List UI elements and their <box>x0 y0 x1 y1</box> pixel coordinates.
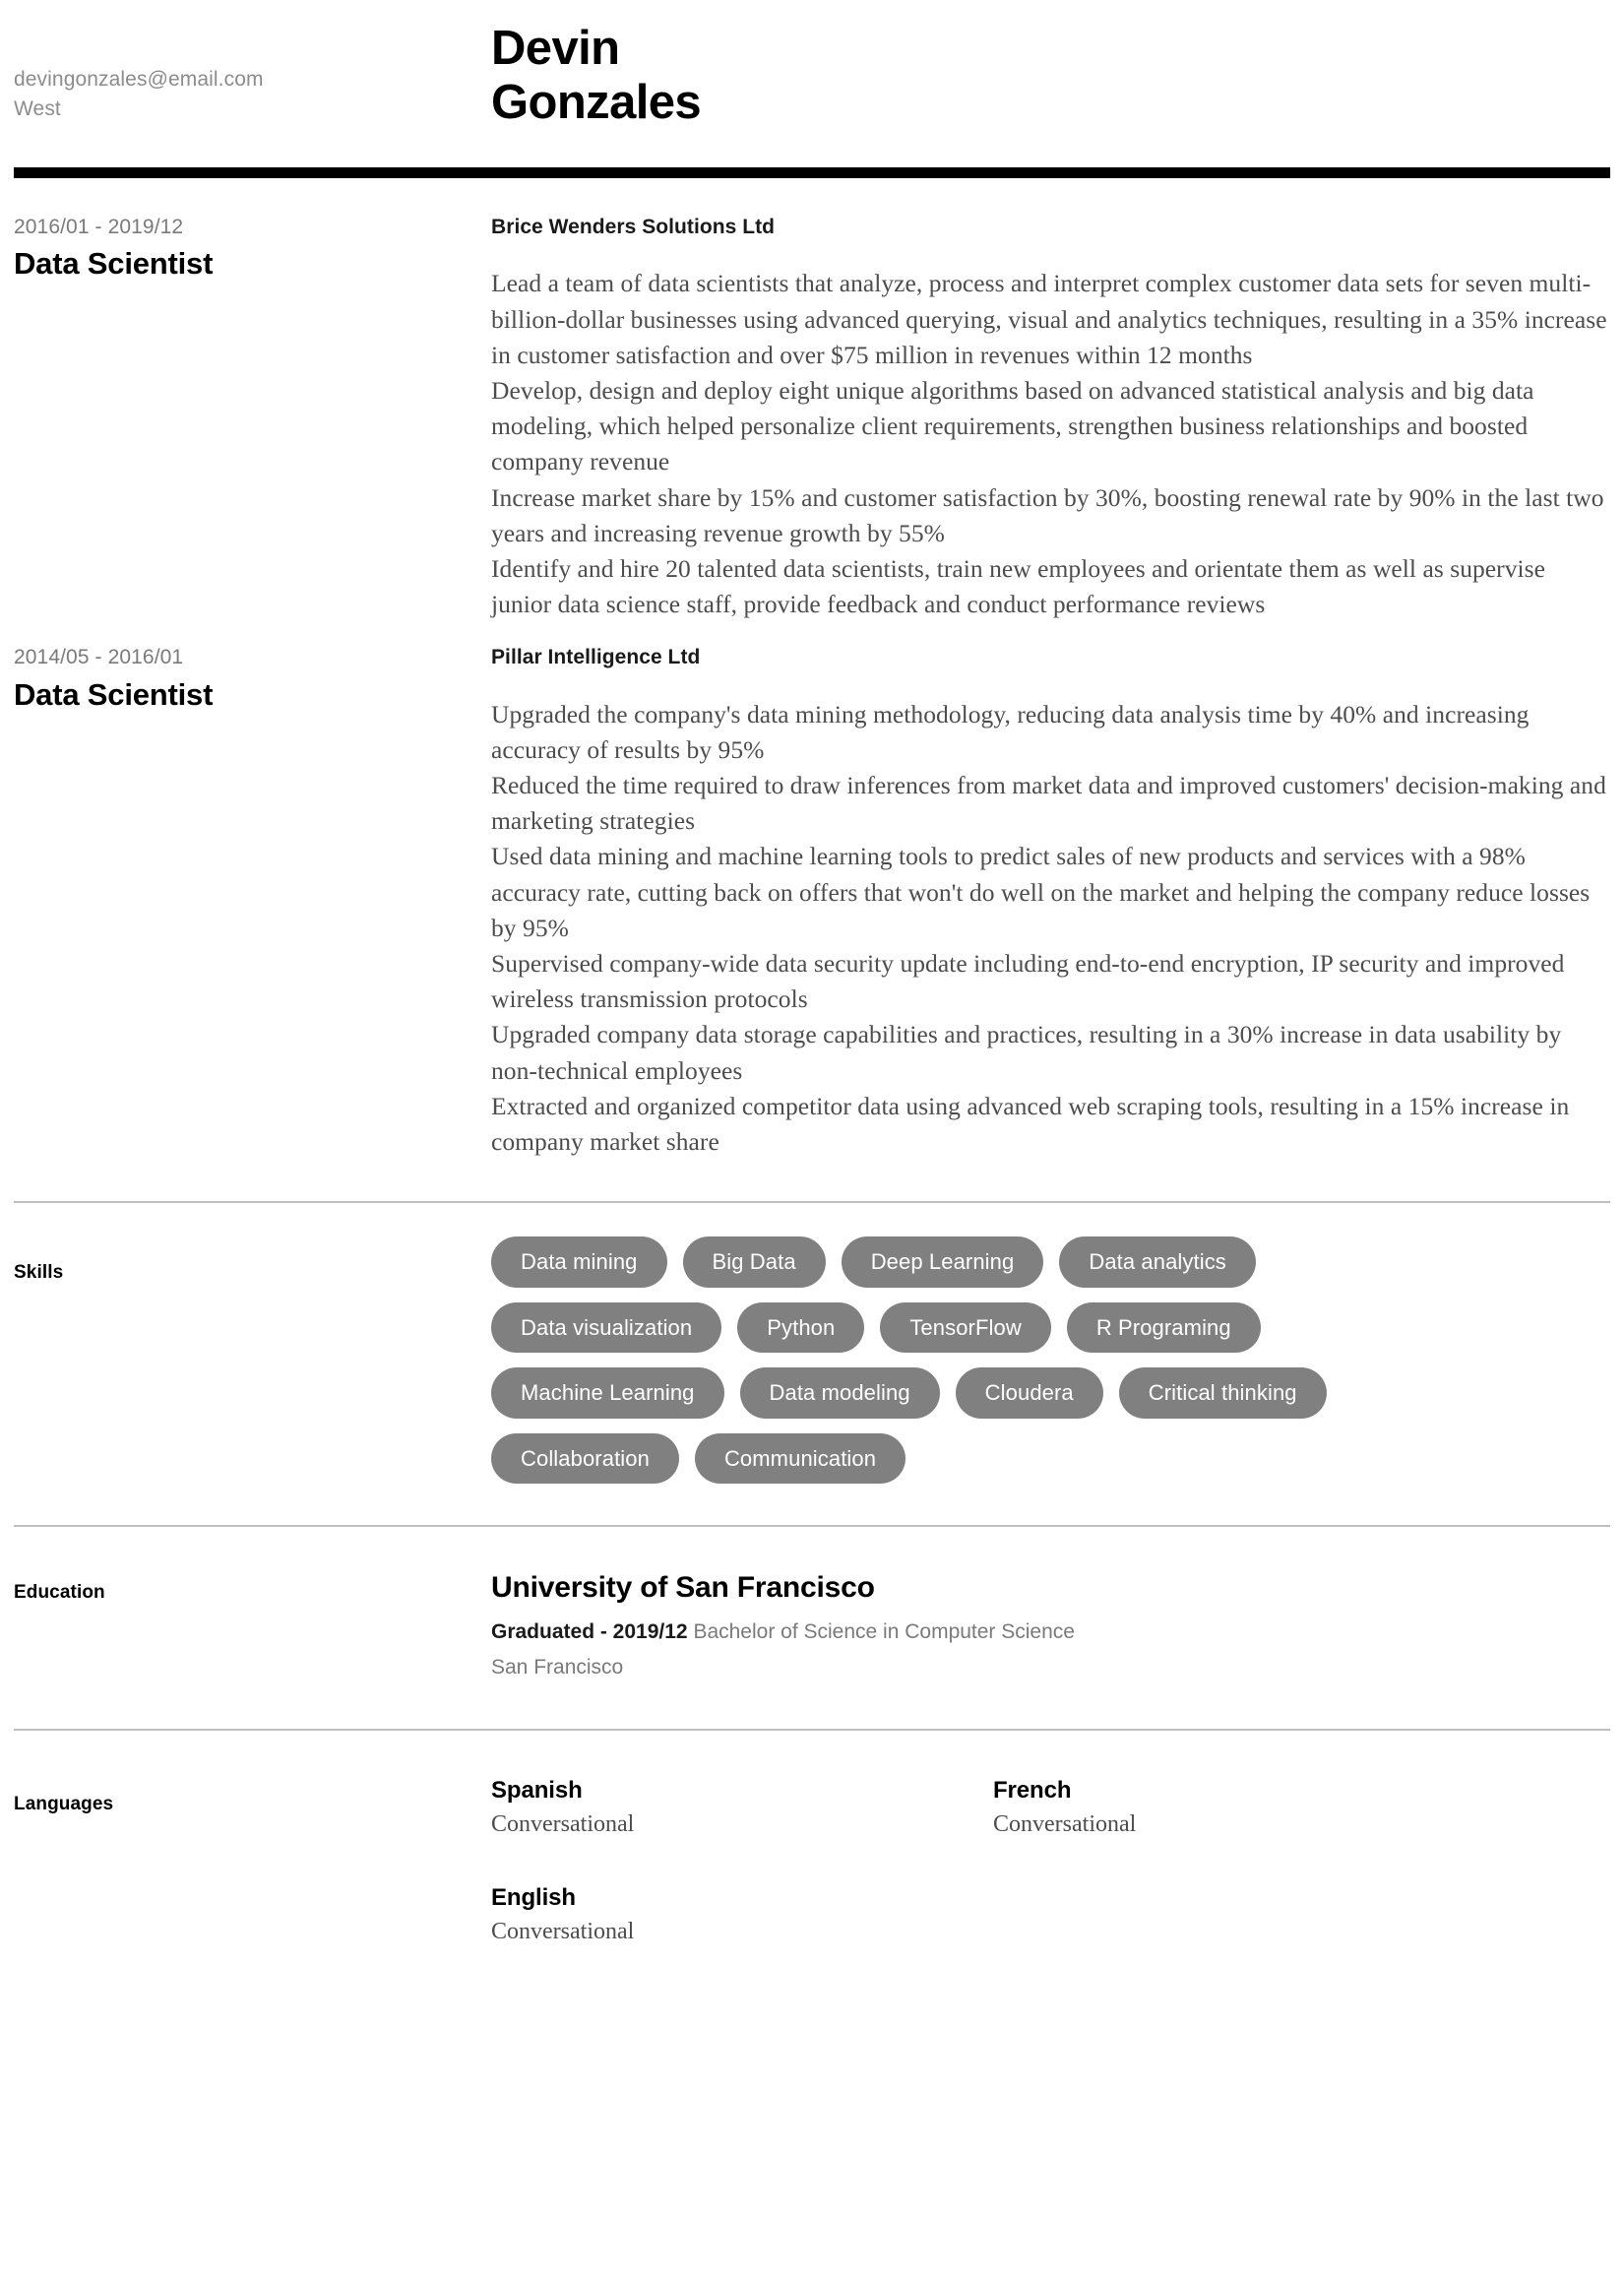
language-name: English <box>491 1884 576 1912</box>
skills-list: Data mining Big Data Deep Learning Data … <box>491 1236 1610 1485</box>
language-item: French Conversational <box>993 1776 1495 1840</box>
education-school: University of San Francisco <box>491 1571 875 1605</box>
experience-bullet: Upgraded the company's data mining metho… <box>491 699 1530 764</box>
experience-bullet: Develop, design and deploy eight unique … <box>491 375 1534 476</box>
skill-pill: Critical thinking <box>1118 1367 1327 1419</box>
experience-title: Data Scientist <box>14 246 214 282</box>
language-level: Conversational <box>491 1810 635 1837</box>
experience-dates: 2016/01 - 2019/12 <box>14 216 184 238</box>
skills-section: Skills Data mining Big Data Deep Learnin… <box>14 1203 1610 1525</box>
education-label: Education <box>14 1582 105 1604</box>
language-item: Spanish Conversational <box>491 1776 993 1840</box>
contact-email: devingonzales@email.com <box>14 68 264 91</box>
skill-pill: Data analytics <box>1059 1236 1256 1288</box>
education-graduation-line: Graduated - 2019/12 Bachelor of Science … <box>491 1618 1610 1646</box>
experience-bullet: Reduced the time required to draw infere… <box>491 771 1606 836</box>
experience-company: Pillar Intelligence Ltd <box>491 646 701 669</box>
first-name: Devin <box>491 22 620 75</box>
language-name: Spanish <box>491 1776 583 1804</box>
skill-pill: Data modeling <box>739 1367 940 1419</box>
languages-label-wrap: Languages <box>14 1776 491 1815</box>
experience-company: Brice Wenders Solutions Ltd <box>491 216 775 238</box>
contact-location: West <box>14 96 61 120</box>
resume-page: devingonzales@email.com West Devin Gonza… <box>0 0 1624 2050</box>
experience-bullet: Supervised company-wide data security up… <box>491 949 1565 1014</box>
education-label-wrap: Education <box>14 1570 491 1604</box>
header-accent-bar <box>14 167 1610 178</box>
skill-pill: Deep Learning <box>841 1236 1044 1288</box>
experience-meta: 2014/05 - 2016/01 Data Scientist <box>14 644 491 712</box>
experience-bullet: Identify and hire 20 talented data scien… <box>491 553 1545 619</box>
languages-section: Languages Spanish Conversational French … <box>14 1731 1610 2050</box>
education-degree: Bachelor of Science in Computer Science <box>693 1620 1075 1644</box>
skills-label-wrap: Skills <box>14 1236 491 1284</box>
experience-dates: 2014/05 - 2016/01 <box>14 646 184 669</box>
skill-pill: Data visualization <box>491 1301 722 1354</box>
experience-title: Data Scientist <box>14 676 214 712</box>
education-detail: University of San Francisco Graduated - … <box>491 1570 1610 1681</box>
experience-bullet: Upgraded company data storage capabiliti… <box>491 1020 1562 1085</box>
experience-bullet: Used data mining and machine learning to… <box>491 842 1591 942</box>
experience-item: 2014/05 - 2016/01 Data Scientist Pillar … <box>14 644 1610 1160</box>
language-item: English Conversational <box>491 1883 993 1947</box>
experience-bullet: Increase market share by 15% and custome… <box>491 482 1604 547</box>
skill-pill: R Programing <box>1066 1301 1261 1354</box>
skills-pill-group: Data mining Big Data Deep Learning Data … <box>491 1236 1485 1485</box>
skill-pill: Communication <box>694 1432 906 1485</box>
experience-detail: Pillar Intelligence Ltd Upgraded the com… <box>491 644 1610 1160</box>
language-level: Conversational <box>993 1810 1137 1837</box>
experience-item: 2016/01 - 2019/12 Data Scientist Brice W… <box>14 214 1610 622</box>
languages-list: Spanish Conversational French Conversati… <box>491 1776 1610 1991</box>
language-level: Conversational <box>491 1919 635 1945</box>
experience-bullet-list: Lead a team of data scientists that anal… <box>491 266 1610 622</box>
skill-pill: Python <box>737 1301 865 1354</box>
skill-pill: Machine Learning <box>491 1367 724 1419</box>
experience-bullet-list: Upgraded the company's data mining metho… <box>491 697 1610 1161</box>
skill-pill: Big Data <box>682 1236 826 1288</box>
last-name: Gonzales <box>491 75 702 129</box>
experience-detail: Brice Wenders Solutions Ltd Lead a team … <box>491 214 1610 622</box>
experience-section: 2016/01 - 2019/12 Data Scientist Brice W… <box>14 178 1610 1160</box>
candidate-name: Devin Gonzales <box>491 18 1610 130</box>
language-name: French <box>993 1776 1072 1804</box>
skill-pill: Collaboration <box>491 1432 679 1485</box>
languages-grid: Spanish Conversational French Conversati… <box>491 1776 1495 1991</box>
contact-block: devingonzales@email.com West <box>14 18 491 124</box>
skill-pill: TensorFlow <box>880 1301 1051 1354</box>
resume-header: devingonzales@email.com West Devin Gonza… <box>14 0 1610 148</box>
languages-label: Languages <box>14 1793 114 1814</box>
skill-pill: Cloudera <box>955 1367 1103 1419</box>
experience-bullet: Extracted and organized competitor data … <box>491 1091 1570 1157</box>
experience-bullet: Lead a team of data scientists that anal… <box>491 269 1607 369</box>
education-city: San Francisco <box>491 1655 624 1679</box>
experience-meta: 2016/01 - 2019/12 Data Scientist <box>14 214 491 282</box>
skill-pill: Data mining <box>491 1236 667 1288</box>
education-section: Education University of San Francisco Gr… <box>14 1527 1610 1729</box>
education-graduated: Graduated - 2019/12 <box>491 1620 688 1644</box>
skills-label: Skills <box>14 1262 64 1284</box>
